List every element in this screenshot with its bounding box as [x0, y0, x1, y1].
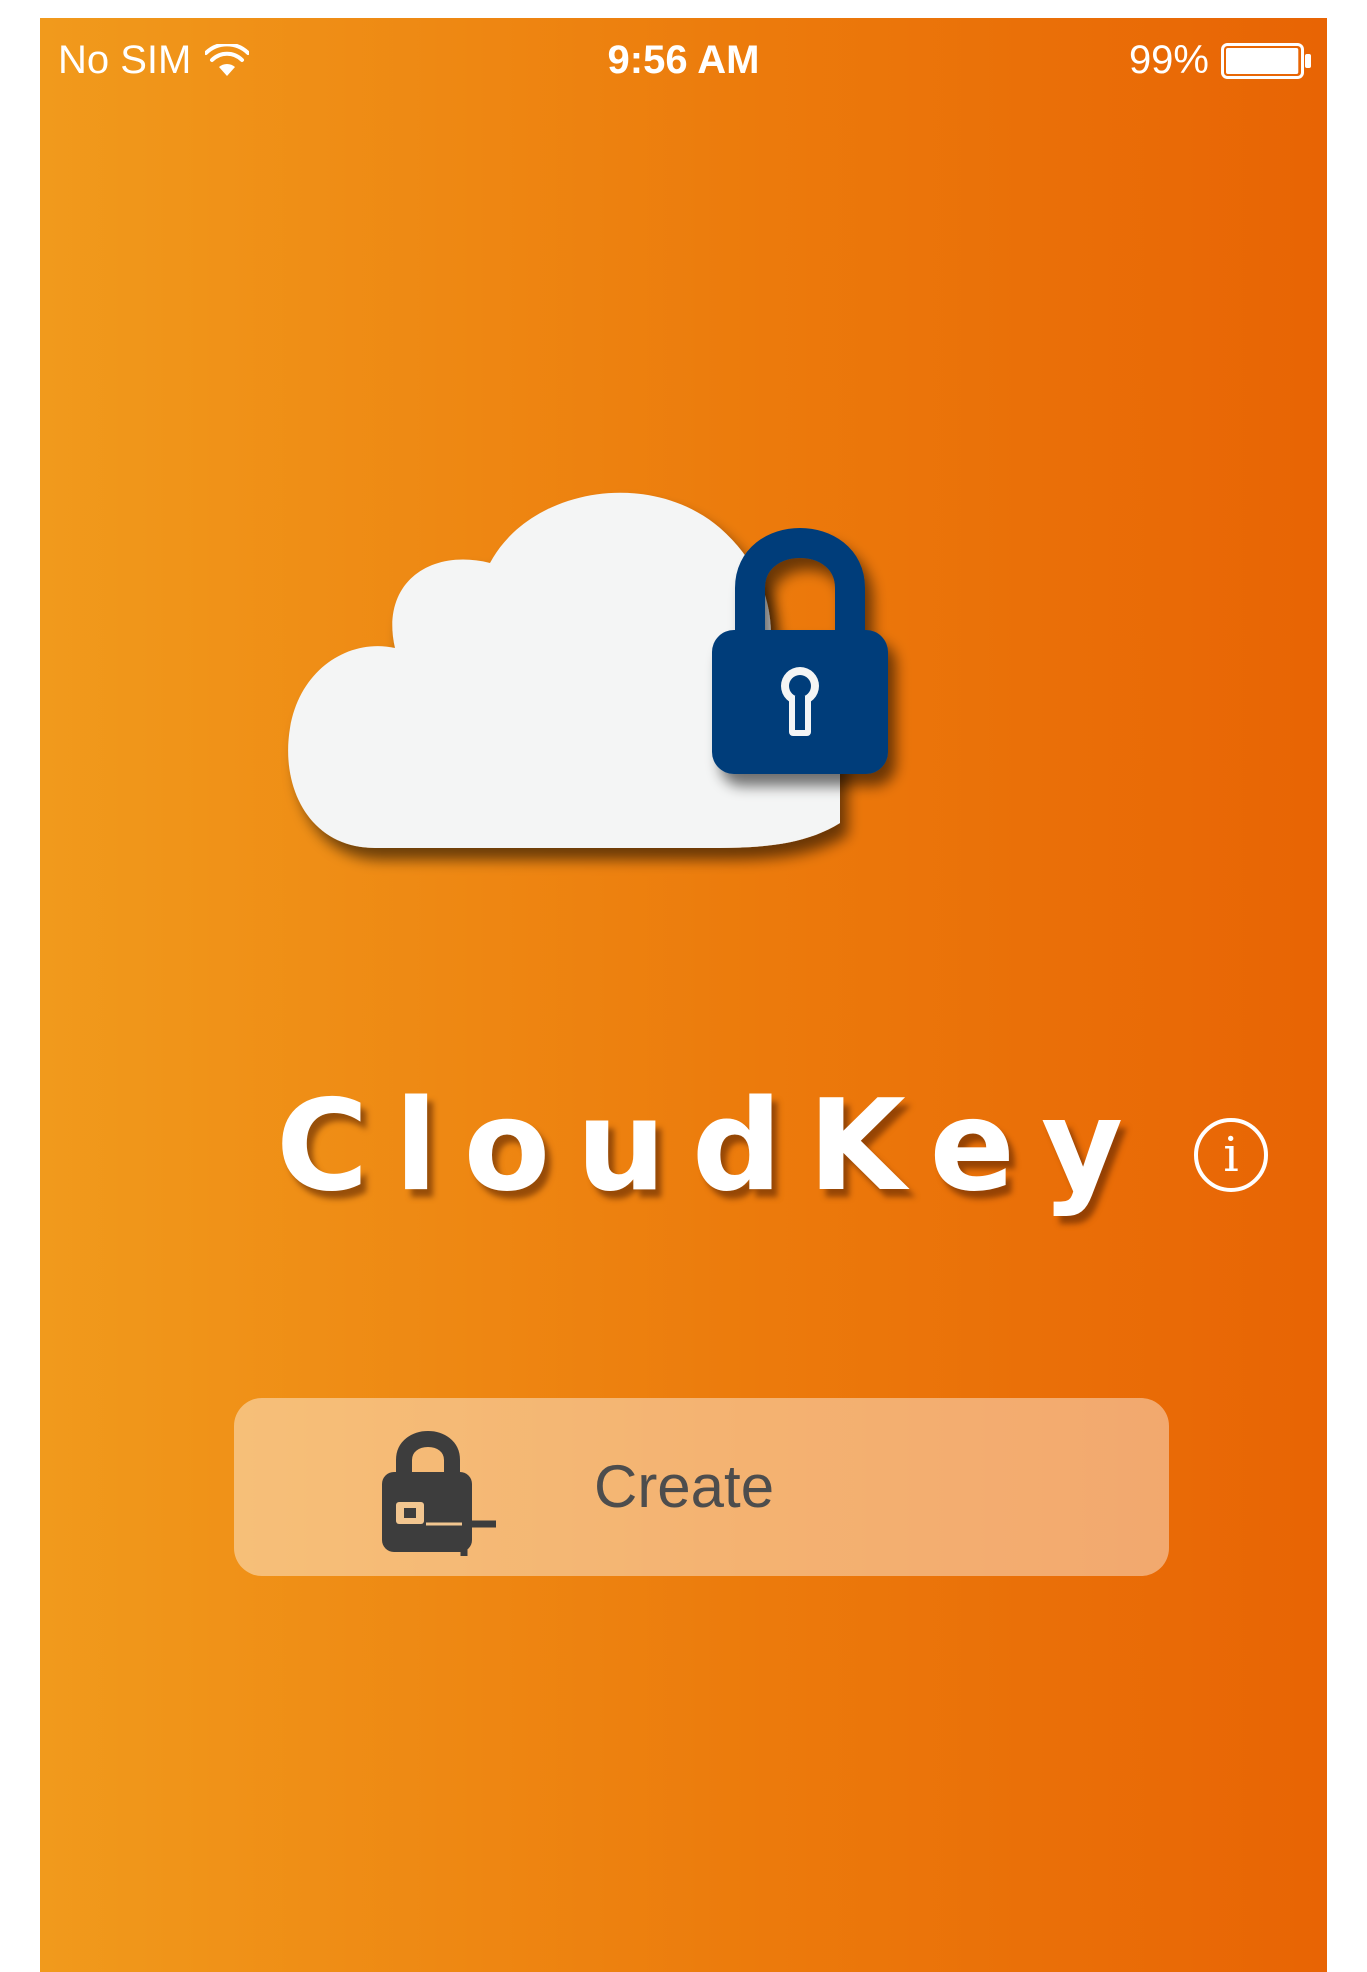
- lock-plus-icon: [382, 1431, 496, 1556]
- battery-percent: 99%: [1128, 38, 1209, 82]
- status-bar: No SIM 9:56 AM 99%: [40, 18, 1327, 108]
- cloud-lock-icon: [288, 492, 888, 848]
- create-label: Create: [594, 1453, 775, 1520]
- info-icon[interactable]: i: [1194, 1118, 1268, 1192]
- app-title: CloudKey: [276, 1072, 1150, 1219]
- battery-icon: [1221, 42, 1311, 79]
- battery-info: 99%: [1129, 38, 1313, 83]
- brand-row: CloudKey i: [40, 1076, 1327, 1216]
- create-button[interactable]: Create: [234, 1398, 1169, 1576]
- app-screen: No SIM 9:56 AM 99% CloudKey i Create: [40, 18, 1327, 1972]
